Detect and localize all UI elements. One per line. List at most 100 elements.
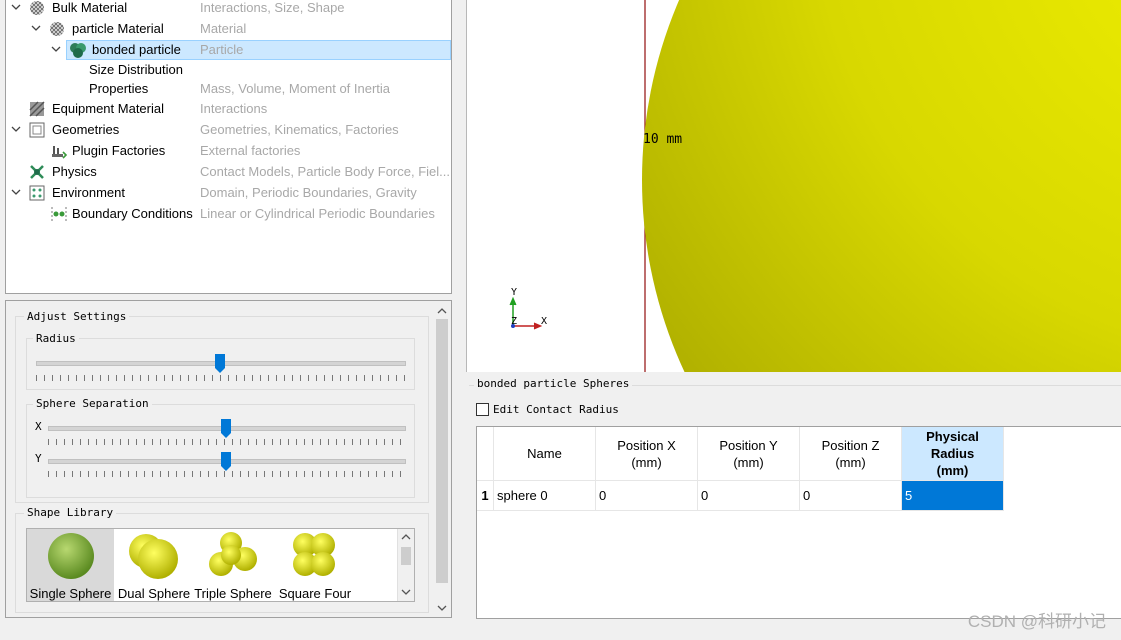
separation-y-slider-ticks	[48, 471, 406, 477]
tree-item-label: Physics	[52, 164, 97, 179]
col-position-z: Position Z (mm)	[821, 437, 880, 470]
tree-item-plugin-factories[interactable]: Plugin Factories External factories	[6, 141, 451, 161]
boundary-icon	[50, 206, 67, 222]
viewport-canvas	[509, 0, 1121, 372]
tree-item-label: particle Material	[72, 21, 164, 36]
checker-sphere-icon	[49, 21, 65, 37]
tree-item-description: Interactions, Size, Shape	[200, 0, 345, 15]
tree-item-label: Geometries	[52, 122, 120, 137]
tree-item-bonded-particle[interactable]: bonded particle Particle	[6, 40, 451, 60]
separation-y-label: Y	[35, 452, 42, 465]
factory-icon	[51, 143, 68, 159]
geometry-box-icon	[29, 122, 45, 138]
spheres-table: Name Position X (mm) Position Y (mm) Pos…	[476, 426, 1121, 619]
hatched-square-icon	[29, 101, 45, 117]
separation-x-slider-ticks	[48, 439, 406, 445]
cell-position-x[interactable]: 0	[595, 480, 698, 511]
cell-name[interactable]: sphere 0	[493, 480, 596, 511]
watermark: CSDN @科研小记	[967, 612, 1106, 631]
tree-item-description: Particle	[200, 42, 244, 57]
chevron-down-icon[interactable]	[11, 0, 21, 18]
single-sphere-icon	[47, 533, 94, 579]
tree-item-description: Interactions	[200, 101, 268, 116]
tree-item-size-distribution[interactable]: Size Distribution	[6, 60, 451, 80]
tree-item-label: Environment	[52, 185, 125, 200]
project-tree: Bulk Material Interactions, Size, Shape …	[5, 0, 452, 294]
chevron-down-icon[interactable]	[31, 19, 41, 39]
row-header[interactable]: 1	[477, 480, 494, 511]
shape-label: Dual Sphere	[117, 586, 191, 601]
row-header-corner	[477, 427, 494, 481]
shape-label: Square Four	[278, 586, 352, 601]
cell-position-y[interactable]: 0	[697, 480, 800, 511]
edit-contact-radius-label: Edit Contact Radius	[493, 403, 619, 416]
tree-item-label: Size Distribution	[89, 62, 183, 77]
axis-x-label: X	[541, 316, 548, 327]
shape-triple-sphere[interactable]: Triple Sphere	[193, 529, 273, 601]
shape-single-sphere[interactable]: Single Sphere	[27, 529, 114, 601]
tree-item-label: Plugin Factories	[72, 143, 166, 158]
triple-sphere-icon	[209, 532, 257, 576]
column-header-name[interactable]: Name	[493, 427, 596, 481]
tree-item-geometries[interactable]: Geometries Geometries, Kinematics, Facto…	[6, 120, 451, 140]
tree-item-bulk-material[interactable]: Bulk Material Interactions, Size, Shape	[6, 0, 451, 18]
tree-item-label: Properties	[89, 81, 149, 96]
bonded-particle-icon	[69, 42, 86, 58]
separation-x-label: X	[35, 420, 42, 433]
tree-item-description: Mass, Volume, Moment of Inertia	[200, 81, 391, 96]
3d-viewport[interactable]: 10 mm Y X Z	[466, 0, 1121, 372]
column-header-physical-radius[interactable]: Physical Radius (mm)	[901, 427, 1004, 481]
cell-position-z[interactable]: 0	[799, 480, 902, 511]
col-name: Name	[527, 446, 562, 461]
chevron-down-icon[interactable]	[11, 120, 21, 140]
shape-library-scrollbar[interactable]	[397, 529, 414, 601]
radius-slider-thumb[interactable]	[215, 354, 225, 373]
separation-x-slider-thumb[interactable]	[221, 419, 231, 438]
chevron-down-icon[interactable]	[51, 40, 61, 60]
shape-label: Single Sphere	[29, 586, 112, 601]
adjust-settings-title: Adjust Settings	[24, 310, 130, 323]
col-position-y: Position Y (mm)	[719, 437, 778, 470]
tree-item-physics[interactable]: Physics Contact Models, Particle Body Fo…	[6, 162, 451, 182]
shape-dual-sphere[interactable]: Dual Sphere	[115, 529, 193, 601]
cell-physical-radius[interactable]: 5	[901, 480, 1004, 511]
col-position-x: Position X (mm)	[617, 437, 676, 470]
tree-item-boundary-conditions[interactable]: Boundary Conditions Linear or Cylindrica…	[6, 204, 451, 224]
col-physical-radius: Physical Radius (mm)	[926, 429, 979, 478]
column-header-position-y[interactable]: Position Y (mm)	[697, 427, 800, 481]
chevron-down-icon[interactable]	[11, 183, 21, 203]
checker-sphere-icon	[29, 0, 45, 16]
shape-label: Triple Sphere	[194, 586, 272, 601]
column-header-position-z[interactable]: Position Z (mm)	[799, 427, 902, 481]
tree-item-description: External factories	[200, 143, 301, 158]
tree-item-label: bonded particle	[92, 42, 181, 57]
separation-y-slider-thumb[interactable]	[221, 452, 231, 471]
dual-sphere-icon	[129, 534, 178, 579]
tree-item-properties[interactable]: Properties Mass, Volume, Moment of Inert…	[6, 79, 451, 99]
tree-item-description: Material	[200, 21, 247, 36]
tree-item-environment[interactable]: Environment Domain, Periodic Boundaries,…	[6, 183, 451, 203]
tree-item-label: Boundary Conditions	[72, 206, 193, 221]
spheres-panel: bonded particle Spheres Edit Contact Rad…	[466, 375, 1121, 640]
tree-item-equipment-material[interactable]: Equipment Material Interactions	[6, 99, 451, 119]
radius-slider-ticks	[36, 375, 406, 381]
tree-item-description: Linear or Cylindrical Periodic Boundarie…	[200, 206, 435, 221]
dimension-label: 10 mm	[643, 132, 683, 147]
tree-item-particle-material[interactable]: particle Material Material	[6, 19, 451, 39]
tree-item-label: Bulk Material	[52, 0, 128, 15]
physics-icon	[29, 164, 45, 180]
tree-item-label: Equipment Material	[52, 101, 164, 116]
settings-panel: Adjust Settings Radius Sphere Separation…	[5, 300, 452, 618]
tree-item-description: Geometries, Kinematics, Factories	[200, 122, 399, 137]
table-row[interactable]: 1 sphere 0 0 0 0 5	[477, 480, 1004, 511]
edit-contact-radius-checkbox[interactable]	[476, 403, 489, 416]
sphere-separation-label: Sphere Separation	[33, 397, 152, 410]
shape-library-title: Shape Library	[24, 506, 117, 519]
spheres-title: bonded particle Spheres	[474, 377, 633, 390]
settings-scrollbar[interactable]	[434, 301, 450, 617]
environment-icon	[29, 185, 45, 201]
radius-label: Radius	[33, 332, 79, 345]
square-four-icon	[293, 533, 335, 576]
shape-square-four[interactable]: Square Four	[275, 529, 355, 601]
column-header-position-x[interactable]: Position X (mm)	[595, 427, 698, 481]
